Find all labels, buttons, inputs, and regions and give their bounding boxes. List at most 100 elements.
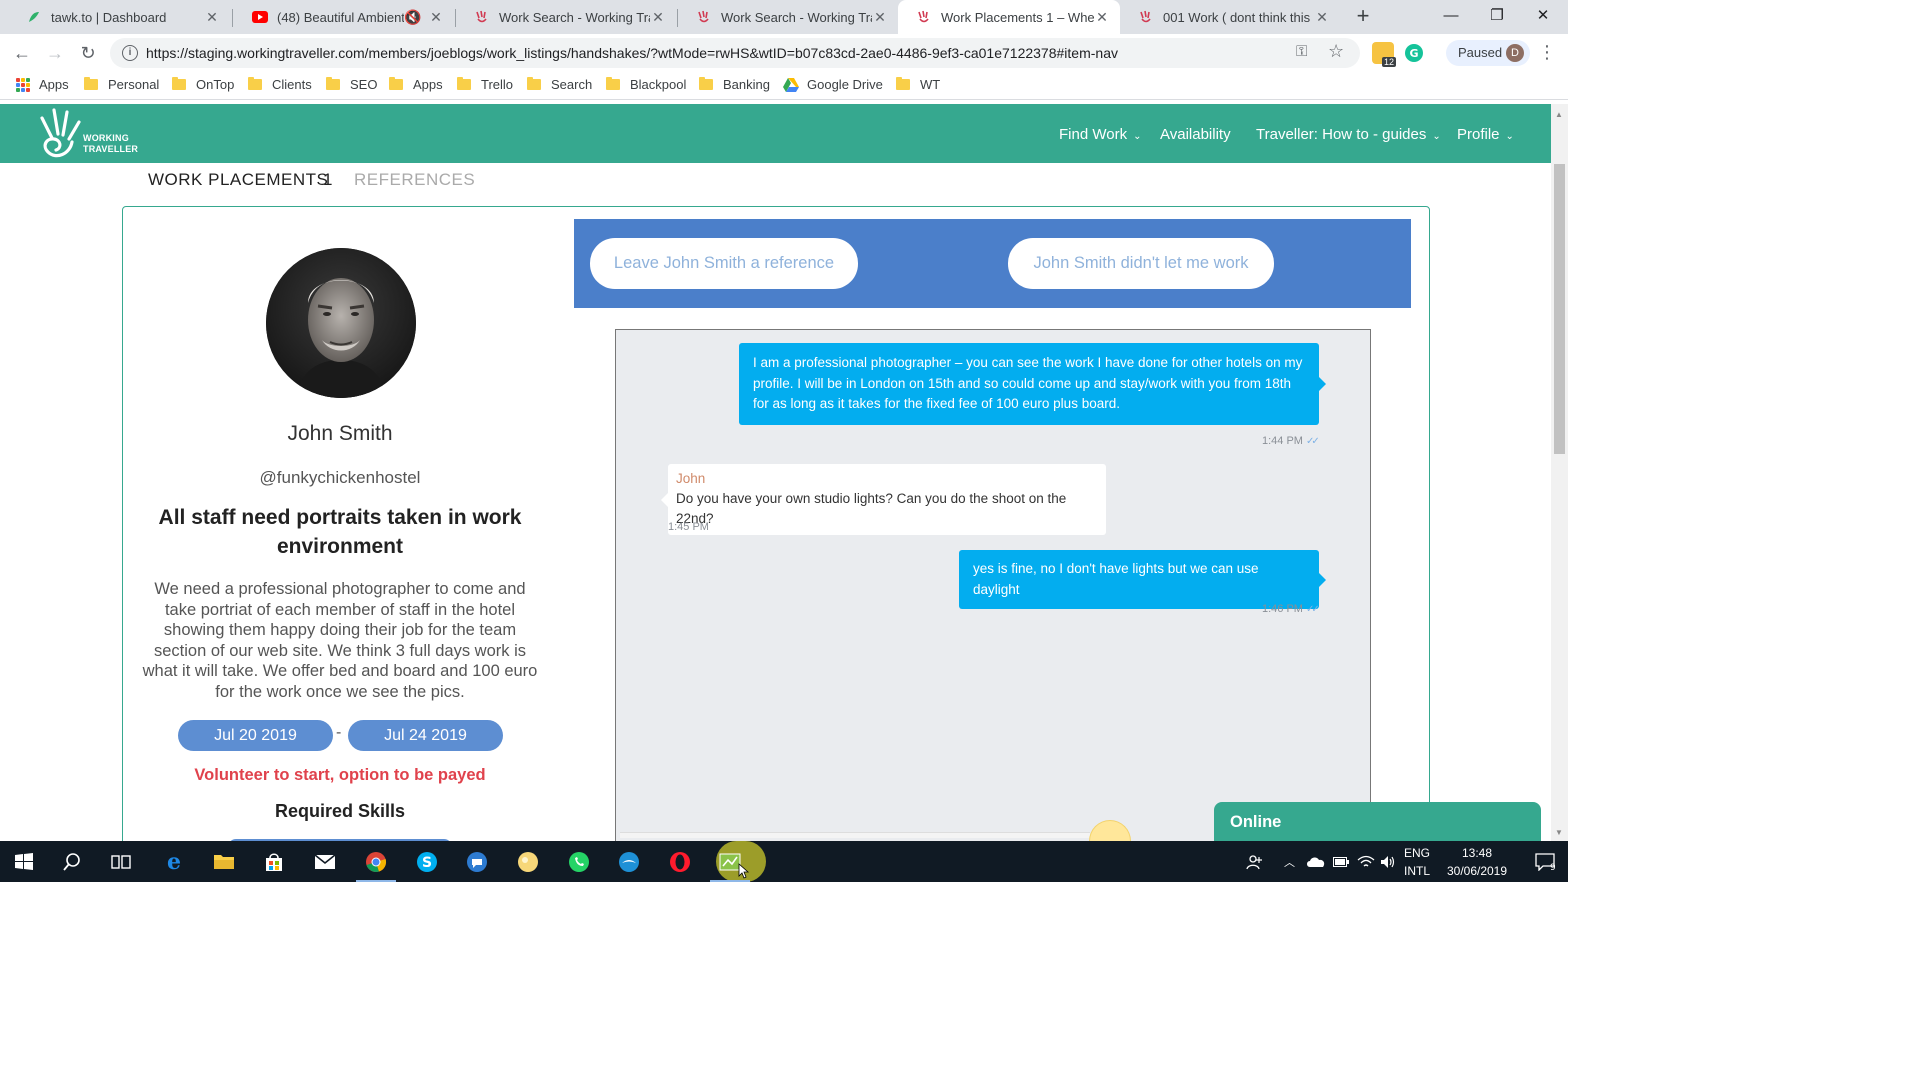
scroll-up-icon[interactable]: ▲	[1555, 110, 1563, 119]
people-icon[interactable]	[1246, 841, 1264, 882]
close-icon[interactable]: ✕	[428, 9, 444, 26]
taskbar-opera[interactable]	[656, 841, 704, 882]
didnt-let-me-work-button[interactable]: John Smith didn't let me work	[1008, 238, 1274, 289]
url-text[interactable]: https://staging.workingtraveller.com/mem…	[146, 45, 1118, 61]
browser-tab-work-placements[interactable]: Work Placements 1 – Where ✕	[898, 0, 1120, 34]
minimize-window-button[interactable]: —	[1428, 0, 1474, 34]
taskbar-app-blue[interactable]	[453, 841, 501, 882]
bookmark-folder-trello[interactable]: Trello	[457, 77, 513, 92]
handshake-action-bar: Leave John Smith a reference John Smith …	[574, 219, 1411, 308]
battery-icon[interactable]	[1333, 841, 1349, 882]
action-center-button[interactable]: 9	[1522, 841, 1568, 882]
bookmark-folder-banking[interactable]: Banking	[699, 77, 770, 92]
new-tab-button[interactable]: +	[1351, 4, 1375, 28]
chat-panel[interactable]: I am a professional photographer – you c…	[615, 329, 1371, 841]
message-incoming: John Do you have your own studio lights?…	[661, 464, 1106, 535]
message-input-edge[interactable]	[620, 832, 1090, 838]
job-title: All staff need portraits taken in work e…	[158, 506, 522, 558]
youtube-icon	[252, 9, 268, 25]
start-button[interactable]	[0, 841, 48, 882]
nav-find-work[interactable]: Find Work ⌄	[1059, 126, 1141, 143]
apps-grid-icon	[16, 77, 30, 92]
bookmark-folder-wt[interactable]: WT	[896, 77, 940, 92]
taskbar-file-explorer[interactable]	[200, 841, 248, 882]
taskbar-greenshot[interactable]	[706, 841, 766, 882]
taskbar-chrome[interactable]	[352, 841, 400, 882]
tab-references[interactable]: REFERENCES	[354, 170, 475, 190]
nav-traveller-guides[interactable]: Traveller: How to - guides ⌄	[1256, 126, 1441, 143]
close-window-button[interactable]: ✕	[1520, 0, 1566, 34]
working-traveller-icon	[696, 9, 712, 25]
forward-button[interactable]: →	[43, 42, 67, 64]
bookmark-folder-search[interactable]: Search	[527, 77, 592, 92]
onedrive-icon[interactable]	[1306, 841, 1326, 882]
bookmark-folder-clients[interactable]: Clients	[248, 77, 312, 92]
close-icon[interactable]: ✕	[204, 9, 220, 26]
nav-availability[interactable]: Availability	[1160, 126, 1231, 143]
volume-icon[interactable]	[1380, 841, 1396, 882]
bookmark-star-icon[interactable]: ☆	[1328, 41, 1344, 62]
date-end-badge: Jul 24 2019	[348, 720, 503, 751]
address-bar[interactable]: i https://staging.workingtraveller.com/m…	[110, 38, 1360, 68]
bookmarks-bar: Apps Personal OnTop Clients SEO Apps Tre…	[0, 72, 1568, 100]
close-icon[interactable]: ✕	[1094, 9, 1110, 26]
taskbar-store[interactable]	[250, 841, 298, 882]
browser-tab-work-search-2[interactable]: Work Search - Working Trave ✕	[678, 0, 898, 34]
bookmark-folder-apps[interactable]: Apps	[389, 77, 443, 92]
key-icon[interactable]: ⚿	[1296, 43, 1307, 60]
bookmark-google-drive[interactable]: Google Drive	[783, 77, 883, 92]
calendar-extension-icon[interactable]: 12	[1372, 42, 1396, 67]
bookmark-folder-blackpool[interactable]: Blackpool	[606, 77, 686, 92]
folder-icon	[699, 77, 713, 90]
info-icon[interactable]: i	[122, 45, 138, 61]
bookmark-folder-ontop[interactable]: OnTop	[172, 77, 234, 92]
profile-name: John Smith	[287, 422, 393, 445]
taskbar-app-swift[interactable]	[605, 841, 653, 882]
taskbar-whatsapp[interactable]	[555, 841, 603, 882]
taskbar-skype[interactable]: S	[403, 841, 451, 882]
restore-window-button[interactable]: ❐	[1474, 0, 1520, 34]
profile-paused-button[interactable]: Paused D	[1446, 40, 1530, 66]
browser-toolbar: ← → ↻ i https://staging.workingtraveller…	[0, 34, 1568, 72]
search-icon	[63, 852, 80, 871]
live-chat-online-widget[interactable]: Online	[1214, 802, 1541, 841]
task-view-button[interactable]	[97, 841, 145, 882]
mute-icon[interactable]: 🔇	[404, 9, 421, 26]
taskbar-mail[interactable]	[301, 841, 349, 882]
folder-icon	[389, 77, 403, 90]
page-scrollbar[interactable]: ▲ ▼	[1551, 104, 1568, 841]
taskbar-app-yellow[interactable]	[504, 841, 552, 882]
browser-tab-work-search-1[interactable]: Work Search - Working Trave ✕	[456, 0, 676, 34]
taskbar-edge[interactable]: e	[150, 841, 198, 882]
leave-reference-button[interactable]: Leave John Smith a reference	[590, 238, 858, 289]
close-icon[interactable]: ✕	[872, 9, 888, 26]
wifi-icon[interactable]	[1357, 841, 1375, 882]
system-clock[interactable]: 13:48 30/06/2019	[1432, 844, 1522, 880]
grammarly-extension-icon[interactable]: G	[1403, 42, 1425, 64]
browser-tab-strip: tawk.to | Dashboard ✕ (48) Beautiful Amb…	[0, 0, 1568, 34]
input-language-indicator[interactable]: ENG INTL	[1404, 844, 1430, 880]
read-receipt-icon: ✓✓	[1305, 436, 1320, 447]
browser-tab-youtube[interactable]: (48) Beautiful Ambient Sp 🔇 ✕	[234, 0, 454, 34]
chevron-down-icon: ⌄	[1505, 131, 1514, 142]
windows-icon	[15, 852, 33, 870]
close-icon[interactable]: ✕	[1314, 9, 1330, 26]
reload-button[interactable]: ↻	[76, 42, 100, 64]
scroll-down-icon[interactable]: ▼	[1555, 828, 1563, 837]
bookmark-folder-seo[interactable]: SEO	[326, 77, 377, 92]
mail-icon	[314, 853, 336, 869]
menu-icon[interactable]: ⋮	[1538, 42, 1556, 63]
scrollbar-thumb[interactable]	[1554, 164, 1565, 454]
show-hidden-icons-icon[interactable]: ︿	[1284, 841, 1295, 882]
close-icon[interactable]: ✕	[650, 9, 666, 26]
search-button[interactable]	[48, 841, 96, 882]
tab-work-placements[interactable]: WORK PLACEMENTS	[148, 170, 328, 190]
svg-text:G: G	[1409, 47, 1418, 60]
back-button[interactable]: ←	[10, 42, 34, 64]
edge-icon: e	[167, 851, 181, 873]
bookmark-folder-personal[interactable]: Personal	[84, 77, 159, 92]
browser-tab-tawk[interactable]: tawk.to | Dashboard ✕	[8, 0, 230, 34]
browser-tab-001-work[interactable]: 001 Work ( dont think this is ✕	[1120, 0, 1340, 34]
bookmark-apps[interactable]: Apps	[16, 77, 69, 92]
nav-profile[interactable]: Profile ⌄	[1457, 126, 1514, 143]
